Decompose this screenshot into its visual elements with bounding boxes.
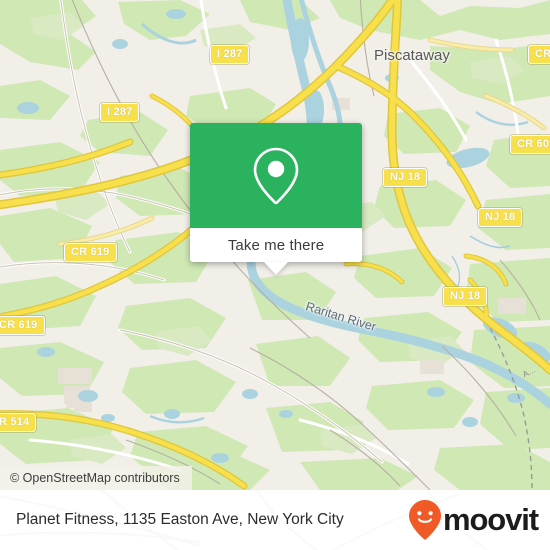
highway-shield-cr619-west[interactable]: CR 619 (0, 316, 45, 335)
moovit-brand[interactable]: moovit (408, 499, 539, 541)
highway-shield-i287-west[interactable]: I 287 (100, 103, 140, 122)
map-screenshot: Piscataway Raritan River I 287 I 287 CR … (0, 0, 550, 550)
moovit-wordmark: moovit (442, 502, 539, 537)
map-pin-icon (253, 147, 299, 204)
map-attribution[interactable]: © OpenStreetMap contributors (0, 466, 192, 490)
location-callout-card[interactable]: Take me there (190, 123, 362, 275)
footer-bar: Planet Fitness, 1135 Easton Ave, New Yor… (0, 490, 550, 550)
callout-action-bar[interactable]: Take me there (190, 228, 362, 275)
callout-pointer (264, 262, 288, 275)
callout-pin-panel (190, 123, 362, 228)
highway-shield-nj18-north[interactable]: NJ 18 (383, 168, 428, 187)
map-canvas[interactable]: Piscataway Raritan River I 287 I 287 CR … (0, 0, 550, 490)
moovit-smiling-pin-icon (408, 500, 441, 540)
highway-shield-i287-north[interactable]: I 287 (210, 45, 250, 64)
highway-shield-cr619-east[interactable]: CR 619 (64, 243, 117, 262)
highway-shield-cr-top-right[interactable]: CR (528, 45, 550, 64)
place-title: Planet Fitness, 1135 Easton Ave, New Yor… (16, 511, 344, 528)
highway-shield-nj18-south[interactable]: NJ 18 (443, 287, 488, 306)
highway-shield-cr609[interactable]: CR 609 (510, 135, 550, 154)
place-label-piscataway: Piscataway (374, 47, 450, 64)
highway-shield-nj18-mid[interactable]: NJ 18 (478, 208, 523, 227)
take-me-there-label: Take me there (227, 236, 325, 254)
attribution-text: © OpenStreetMap contributors (10, 471, 180, 485)
highway-shield-cr514[interactable]: R 514 (0, 413, 37, 432)
